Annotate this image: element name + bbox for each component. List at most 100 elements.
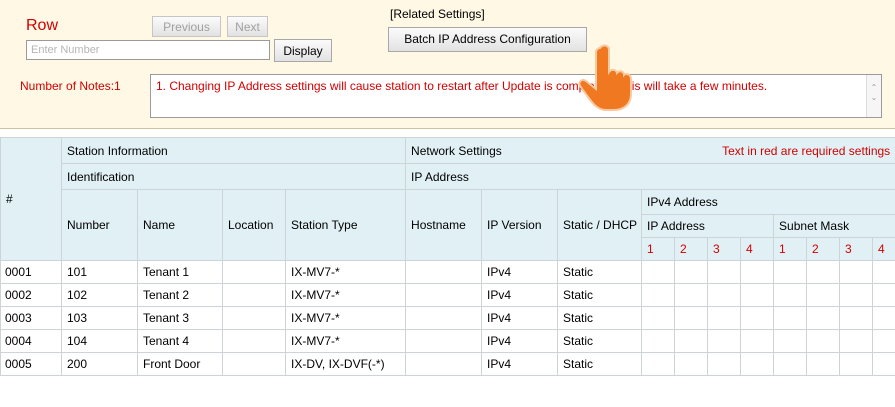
previous-button[interactable]: Previous xyxy=(152,16,221,37)
station-number-cell[interactable]: 101 xyxy=(61,260,138,284)
location-cell[interactable] xyxy=(222,283,286,307)
hostname-cell[interactable] xyxy=(405,329,483,353)
mask-octet-cell[interactable] xyxy=(839,352,874,376)
station-type-cell[interactable]: IX-MV7-* xyxy=(284,283,407,307)
hostname-cell[interactable] xyxy=(405,306,483,330)
mask-octet-cell[interactable] xyxy=(839,283,874,307)
mask-octet-cell[interactable] xyxy=(839,306,874,330)
static-dhcp-cell[interactable]: Static xyxy=(557,283,643,307)
column-number[interactable]: Number xyxy=(61,189,138,261)
ip-octet-cell[interactable] xyxy=(740,306,775,330)
station-type-cell[interactable]: IX-MV7-* xyxy=(284,306,407,330)
mask-octet-3-header: 3 xyxy=(839,237,874,261)
column-ip-version[interactable]: IP Version xyxy=(481,189,559,261)
subnet-mask-header: Subnet Mask xyxy=(773,214,895,238)
column-hostname[interactable]: Hostname xyxy=(405,189,483,261)
station-number-cell[interactable]: 104 xyxy=(61,329,138,353)
ip-octet-cell[interactable] xyxy=(641,352,676,376)
ip-octet-3-header: 3 xyxy=(707,237,742,261)
ip-octet-cell[interactable] xyxy=(641,306,676,330)
column-location[interactable]: Location xyxy=(222,189,286,261)
ip-octet-cell[interactable] xyxy=(674,329,709,353)
ip-version-cell[interactable]: IPv4 xyxy=(481,306,559,330)
mask-octet-cell[interactable] xyxy=(806,352,841,376)
mask-octet-cell[interactable] xyxy=(872,283,895,307)
row-number-input[interactable] xyxy=(26,40,270,60)
mask-octet-cell[interactable] xyxy=(872,329,895,353)
notes-scrollbar[interactable]: ⌃ ⌄ xyxy=(866,75,881,117)
display-button[interactable]: Display xyxy=(274,39,332,62)
mask-octet-cell[interactable] xyxy=(806,283,841,307)
ip-octet-cell[interactable] xyxy=(641,329,676,353)
ip-address-group-header: IP Address xyxy=(405,163,895,190)
ip-octet-cell[interactable] xyxy=(641,283,676,307)
hostname-cell[interactable] xyxy=(405,283,483,307)
ip-octet-cell[interactable] xyxy=(707,283,742,307)
ip-octet-cell[interactable] xyxy=(674,260,709,284)
location-cell[interactable] xyxy=(222,352,286,376)
mask-octet-cell[interactable] xyxy=(839,329,874,353)
mask-octet-1-header: 1 xyxy=(773,237,808,261)
station-name-cell[interactable]: Tenant 4 xyxy=(137,329,223,353)
notes-count-label: Number of Notes:1 xyxy=(20,79,121,93)
ip-octet-cell[interactable] xyxy=(674,283,709,307)
row-id: 0004 xyxy=(0,329,62,353)
hostname-cell[interactable] xyxy=(405,352,483,376)
ip-octet-cell[interactable] xyxy=(707,306,742,330)
ip-octet-cell[interactable] xyxy=(707,329,742,353)
mask-octet-cell[interactable] xyxy=(773,283,808,307)
mask-octet-cell[interactable] xyxy=(773,329,808,353)
ip-version-cell[interactable]: IPv4 xyxy=(481,260,559,284)
ip-octet-cell[interactable] xyxy=(674,306,709,330)
column-name[interactable]: Name xyxy=(137,189,223,261)
ip-version-cell[interactable]: IPv4 xyxy=(481,329,559,353)
ip-octet-cell[interactable] xyxy=(740,352,775,376)
ip-octet-cell[interactable] xyxy=(707,260,742,284)
mask-octet-cell[interactable] xyxy=(806,329,841,353)
mask-octet-cell[interactable] xyxy=(773,306,808,330)
notes-box[interactable]: 1. Changing IP Address settings will cau… xyxy=(150,74,882,118)
mask-octet-cell[interactable] xyxy=(872,352,895,376)
column-station-type[interactable]: Station Type xyxy=(284,189,407,261)
location-cell[interactable] xyxy=(222,260,286,284)
station-info-header: Station Information xyxy=(60,137,407,164)
mask-octet-cell[interactable] xyxy=(839,260,874,284)
ip-octet-cell[interactable] xyxy=(641,260,676,284)
ip-octet-cell[interactable] xyxy=(740,283,775,307)
station-number-cell[interactable]: 200 xyxy=(61,352,138,376)
station-name-cell[interactable]: Tenant 2 xyxy=(137,283,223,307)
static-dhcp-cell[interactable]: Static xyxy=(557,260,643,284)
station-type-cell[interactable]: IX-MV7-* xyxy=(284,260,407,284)
batch-ip-config-button[interactable]: Batch IP Address Configuration xyxy=(388,27,587,52)
static-dhcp-cell[interactable]: Static xyxy=(557,306,643,330)
location-cell[interactable] xyxy=(222,329,286,353)
mask-octet-cell[interactable] xyxy=(872,306,895,330)
ip-version-cell[interactable]: IPv4 xyxy=(481,283,559,307)
static-dhcp-cell[interactable]: Static xyxy=(557,352,643,376)
hostname-cell[interactable] xyxy=(405,260,483,284)
station-type-cell[interactable]: IX-MV7-* xyxy=(284,329,407,353)
ip-version-cell[interactable]: IPv4 xyxy=(481,352,559,376)
ip-octet-cell[interactable] xyxy=(740,260,775,284)
next-button[interactable]: Next xyxy=(227,16,268,37)
station-name-cell[interactable]: Tenant 1 xyxy=(137,260,223,284)
location-cell[interactable] xyxy=(222,306,286,330)
column-static-dhcp[interactable]: Static / DHCP xyxy=(557,189,643,261)
ip-octet-cell[interactable] xyxy=(740,329,775,353)
station-number-cell[interactable]: 103 xyxy=(61,306,138,330)
ip-octet-cell[interactable] xyxy=(674,352,709,376)
mask-octet-cell[interactable] xyxy=(773,352,808,376)
ip-octet-4-header: 4 xyxy=(740,237,775,261)
mask-octet-cell[interactable] xyxy=(806,306,841,330)
static-dhcp-cell[interactable]: Static xyxy=(557,329,643,353)
mask-octet-cell[interactable] xyxy=(806,260,841,284)
mask-octet-cell[interactable] xyxy=(773,260,808,284)
ip-octet-1-header: 1 xyxy=(641,237,676,261)
ip-octet-cell[interactable] xyxy=(707,352,742,376)
table-row: 0003 103 Tenant 3 IX-MV7-* IPv4 Static xyxy=(0,306,895,330)
station-name-cell[interactable]: Tenant 3 xyxy=(137,306,223,330)
mask-octet-cell[interactable] xyxy=(872,260,895,284)
station-name-cell[interactable]: Front Door xyxy=(137,352,223,376)
station-type-cell[interactable]: IX-DV, IX-DVF(-*) xyxy=(284,352,407,376)
station-number-cell[interactable]: 102 xyxy=(61,283,138,307)
